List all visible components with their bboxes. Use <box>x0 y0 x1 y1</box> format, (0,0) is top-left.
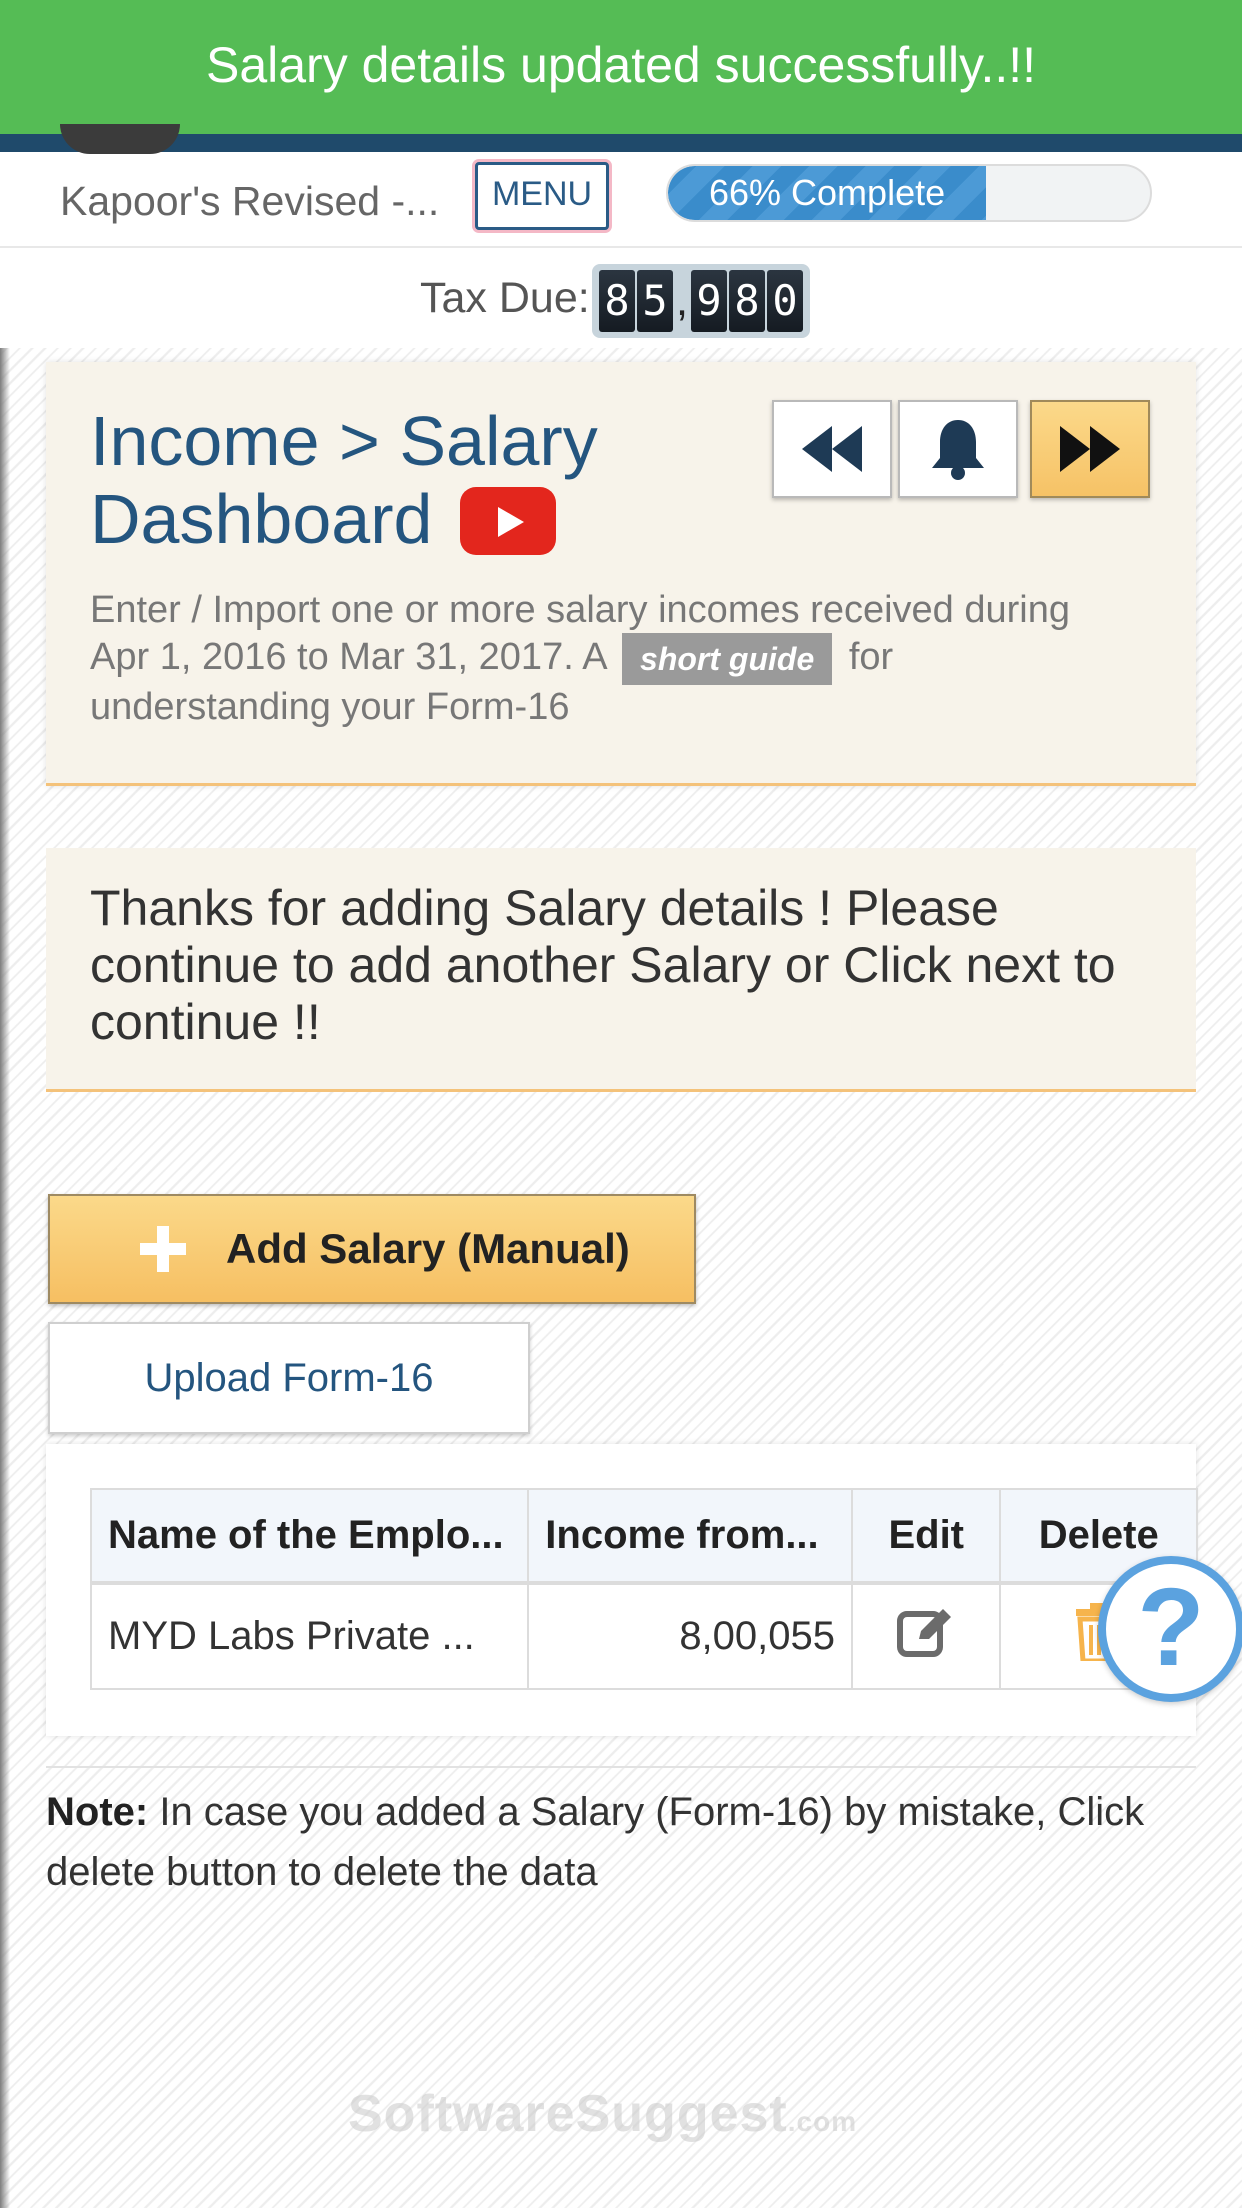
watermark-logo: SoftwareSuggest.com <box>348 2084 857 2144</box>
confirmation-panel: Thanks for adding Salary details ! Pleas… <box>46 848 1196 1092</box>
employer-cell: MYD Labs Private ... <box>90 1582 529 1690</box>
watermark-suffix: .com <box>787 2106 858 2137</box>
page-title-line1: Income > Salary <box>90 402 598 480</box>
progress-label: 66% Complete <box>708 172 946 213</box>
tax-digit: 5 <box>637 270 673 332</box>
tax-due-label: Tax Due: <box>420 274 590 322</box>
note-text: Note: In case you added a Salary (Form-1… <box>46 1782 1196 1902</box>
column-header-employer[interactable]: Name of the Emplo... <box>90 1488 529 1585</box>
tax-digit: 9 <box>691 270 727 332</box>
tax-digit: 8 <box>729 270 765 332</box>
upload-form16-button[interactable]: Upload Form-16 <box>48 1322 530 1434</box>
salary-table: Name of the Emplo... Income from... Edit… <box>90 1488 1198 1690</box>
column-header-income[interactable]: Income from... <box>526 1488 854 1585</box>
salary-table-card: Name of the Emplo... Income from... Edit… <box>46 1444 1198 1736</box>
plus-icon <box>140 1226 186 1272</box>
short-guide-link[interactable]: short guide <box>622 633 833 685</box>
double-chevron-right-icon <box>1060 426 1120 472</box>
notifications-button[interactable] <box>898 400 1018 498</box>
tax-due-row: Tax Due: 8 5 , 9 8 0 <box>0 248 1242 348</box>
note-label: Note: <box>46 1790 149 1834</box>
edit-icon[interactable] <box>897 1605 955 1659</box>
table-row: MYD Labs Private ... 8,00,055 <box>90 1582 1198 1690</box>
add-salary-manual-button[interactable]: Add Salary (Manual) <box>48 1194 696 1304</box>
double-chevron-left-icon <box>802 426 862 472</box>
tax-digit: 8 <box>599 270 635 332</box>
success-toast: Salary details updated successfully..!! <box>0 0 1242 134</box>
top-navbar <box>0 134 1242 152</box>
income-salary-panel: Income > Salary Dashboard Enter / Import… <box>46 362 1196 786</box>
document-name[interactable]: Kapoor's Revised -... <box>60 178 439 225</box>
previous-button[interactable] <box>772 400 892 498</box>
section-divider <box>46 1766 1196 1768</box>
page-description: Enter / Import one or more salary income… <box>90 588 1130 730</box>
help-button[interactable]: ? <box>1098 1556 1242 1702</box>
watermark-brand: SoftwareSuggest <box>348 2085 788 2143</box>
page-title: Income > Salary Dashboard <box>90 402 690 559</box>
tax-due-counter: 8 5 , 9 8 0 <box>592 264 810 338</box>
page-title-line2: Dashboard <box>90 480 433 558</box>
column-header-edit: Edit <box>851 1488 1002 1585</box>
edit-cell <box>851 1582 1002 1690</box>
next-button[interactable] <box>1030 400 1150 498</box>
table-header-row: Name of the Emplo... Income from... Edit… <box>90 1488 1198 1585</box>
tax-separator: , <box>675 276 689 325</box>
note-body: In case you added a Salary (Form-16) by … <box>46 1790 1145 1894</box>
menu-button[interactable]: MENU <box>475 162 609 230</box>
confirmation-message: Thanks for adding Salary details ! Pleas… <box>90 880 1116 1050</box>
tax-digit: 0 <box>767 270 803 332</box>
income-cell: 8,00,055 <box>526 1582 854 1690</box>
progress-bar: 66% Complete <box>666 164 1152 222</box>
bell-icon <box>932 420 984 480</box>
avatar[interactable] <box>60 124 180 154</box>
description-text: Enter / Import one or more salary income… <box>90 589 1070 679</box>
add-salary-label: Add Salary (Manual) <box>226 1225 630 1272</box>
youtube-icon[interactable] <box>459 486 556 555</box>
page-title-line2-wrap: Dashboard <box>90 480 690 559</box>
header-bar: Kapoor's Revised -... MENU 66% Complete <box>0 152 1242 248</box>
